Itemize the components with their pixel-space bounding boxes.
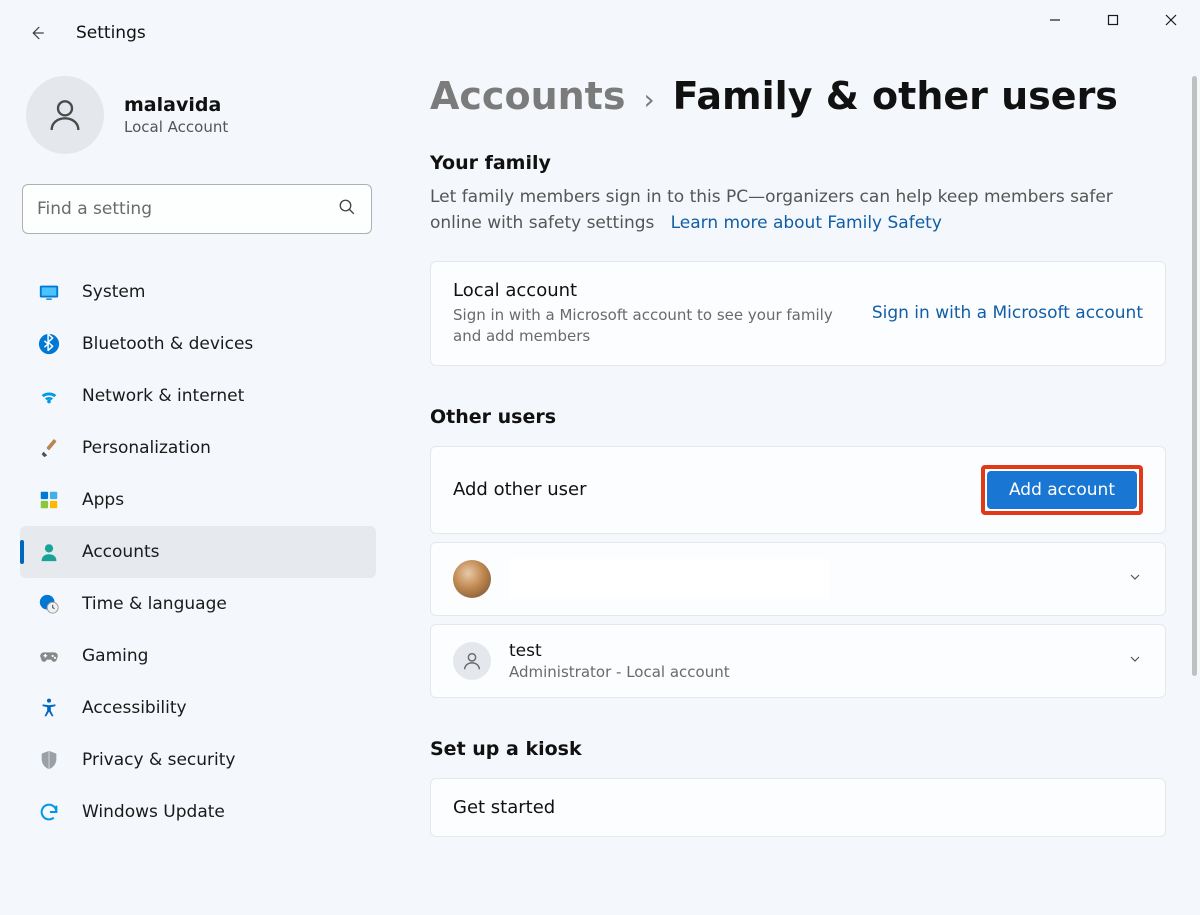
sidebar-item-gaming[interactable]: Gaming bbox=[20, 630, 376, 682]
section-title-kiosk: Set up a kiosk bbox=[430, 738, 1166, 760]
chevron-right-icon: › bbox=[643, 83, 654, 116]
sidebar-item-network[interactable]: Network & internet bbox=[20, 370, 376, 422]
page-title: Family & other users bbox=[673, 74, 1118, 118]
person-icon bbox=[38, 541, 60, 563]
sidebar-item-label: Privacy & security bbox=[82, 750, 236, 770]
highlight-annotation: Add account bbox=[981, 465, 1143, 515]
scrollbar[interactable] bbox=[1192, 76, 1197, 676]
sidebar-item-label: Apps bbox=[82, 490, 124, 510]
user-avatar-icon bbox=[453, 642, 491, 680]
add-other-user-label: Add other user bbox=[453, 479, 963, 500]
card-other-user-1[interactable] bbox=[430, 542, 1166, 616]
sidebar-item-windows-update[interactable]: Windows Update bbox=[20, 786, 376, 838]
back-button[interactable] bbox=[26, 22, 48, 44]
sidebar-item-label: Network & internet bbox=[82, 386, 244, 406]
card-kiosk[interactable]: Get started bbox=[430, 778, 1166, 837]
sidebar-item-label: Accessibility bbox=[82, 698, 187, 718]
user-info: malavida Local Account bbox=[124, 94, 228, 136]
wifi-icon bbox=[38, 385, 60, 407]
signin-microsoft-link[interactable]: Sign in with a Microsoft account bbox=[872, 303, 1143, 323]
update-icon bbox=[38, 801, 60, 823]
sidebar-item-label: Bluetooth & devices bbox=[82, 334, 253, 354]
sidebar-item-label: System bbox=[82, 282, 145, 302]
section-desc-family: Let family members sign in to this PC—or… bbox=[430, 184, 1150, 237]
sidebar-item-accessibility[interactable]: Accessibility bbox=[20, 682, 376, 734]
user-avatar-icon bbox=[26, 76, 104, 154]
section-title-family: Your family bbox=[430, 152, 1166, 174]
sidebar-item-label: Time & language bbox=[82, 594, 227, 614]
card-other-user-2[interactable]: test Administrator - Local account bbox=[430, 624, 1166, 698]
local-account-desc: Sign in with a Microsoft account to see … bbox=[453, 305, 833, 347]
brush-icon bbox=[38, 437, 60, 459]
app-header: Settings bbox=[26, 22, 146, 44]
user-account-type: Local Account bbox=[124, 118, 228, 136]
sidebar-item-apps[interactable]: Apps bbox=[20, 474, 376, 526]
sidebar-item-personalization[interactable]: Personalization bbox=[20, 422, 376, 474]
sidebar-item-label: Accounts bbox=[82, 542, 160, 562]
card-local-account: Local account Sign in with a Microsoft a… bbox=[430, 261, 1166, 366]
chevron-down-icon bbox=[1127, 569, 1143, 589]
section-title-other-users: Other users bbox=[430, 406, 1166, 428]
accessibility-icon bbox=[38, 697, 60, 719]
other-user-role: Administrator - Local account bbox=[509, 663, 1109, 681]
shield-icon bbox=[38, 749, 60, 771]
sidebar-item-accounts[interactable]: Accounts bbox=[20, 526, 376, 578]
sidebar-item-label: Windows Update bbox=[82, 802, 225, 822]
search-container bbox=[22, 184, 372, 234]
redacted-user-name bbox=[509, 559, 829, 599]
chevron-down-icon bbox=[1127, 651, 1143, 671]
sidebar-item-label: Gaming bbox=[82, 646, 148, 666]
breadcrumb-parent[interactable]: Accounts bbox=[430, 74, 625, 118]
sidebar-item-bluetooth[interactable]: Bluetooth & devices bbox=[20, 318, 376, 370]
apps-icon bbox=[38, 489, 60, 511]
other-user-name: test bbox=[509, 641, 1109, 661]
sidebar-item-system[interactable]: System bbox=[20, 266, 376, 318]
window-controls bbox=[1026, 0, 1200, 48]
family-safety-link[interactable]: Learn more about Family Safety bbox=[671, 213, 942, 233]
card-add-other-user: Add other user Add account bbox=[430, 446, 1166, 534]
clock-icon bbox=[38, 593, 60, 615]
sidebar-nav: System Bluetooth & devices Network & int… bbox=[20, 266, 376, 838]
user-avatar-photo bbox=[453, 560, 491, 598]
search-input[interactable] bbox=[22, 184, 372, 234]
app-title: Settings bbox=[76, 23, 146, 43]
breadcrumb: Accounts › Family & other users bbox=[430, 74, 1166, 118]
minimize-button[interactable] bbox=[1026, 0, 1084, 40]
kiosk-get-started: Get started bbox=[453, 797, 1143, 818]
close-button[interactable] bbox=[1142, 0, 1200, 40]
bluetooth-icon bbox=[38, 333, 60, 355]
sidebar-item-label: Personalization bbox=[82, 438, 211, 458]
current-user-block[interactable]: malavida Local Account bbox=[26, 76, 228, 154]
maximize-button[interactable] bbox=[1084, 0, 1142, 40]
add-account-button[interactable]: Add account bbox=[987, 471, 1137, 509]
local-account-title: Local account bbox=[453, 280, 854, 301]
system-icon bbox=[38, 281, 60, 303]
gamepad-icon bbox=[38, 645, 60, 667]
main-content: Accounts › Family & other users Your fam… bbox=[430, 74, 1166, 915]
sidebar-item-time-language[interactable]: Time & language bbox=[20, 578, 376, 630]
user-name: malavida bbox=[124, 94, 228, 116]
search-icon bbox=[338, 198, 356, 220]
sidebar-item-privacy[interactable]: Privacy & security bbox=[20, 734, 376, 786]
